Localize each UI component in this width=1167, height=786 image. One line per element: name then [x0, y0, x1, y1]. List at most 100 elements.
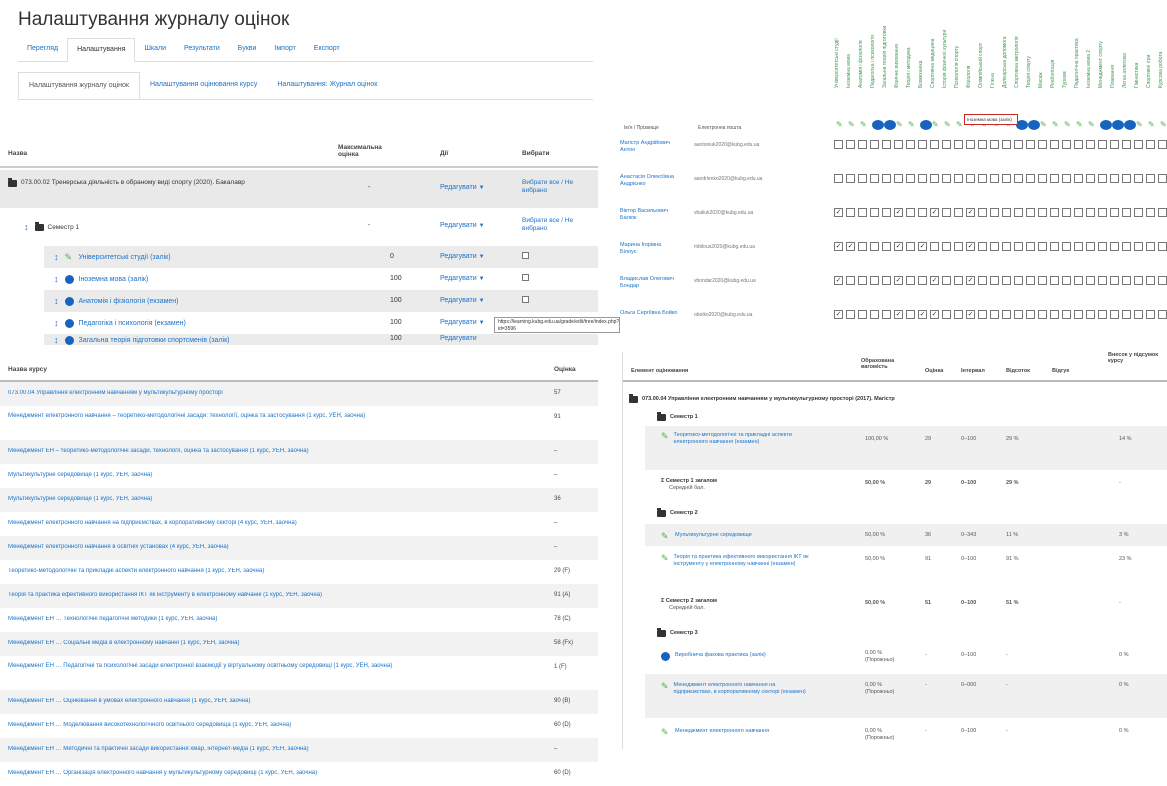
matrix-checkbox[interactable]	[1038, 276, 1047, 285]
matrix-checkbox[interactable]	[894, 140, 903, 149]
matrix-checkbox[interactable]: ✓	[834, 208, 843, 217]
matrix-column-header[interactable]: Біомеханіка	[918, 0, 926, 88]
report-item-name[interactable]: Менеджмент електронного навчання на підп…	[674, 682, 811, 696]
matrix-checkbox[interactable]	[954, 276, 963, 285]
matrix-checkbox[interactable]	[1158, 174, 1167, 183]
drag-handle-icon[interactable]: ↕	[54, 318, 59, 328]
category-select-all[interactable]: Вибрати все / Не вибрано	[522, 217, 584, 233]
matrix-checkbox[interactable]: ✓	[966, 276, 975, 285]
matrix-checkbox[interactable]	[1086, 140, 1095, 149]
matrix-checkbox[interactable]	[1158, 310, 1167, 319]
matrix-checkbox[interactable]	[1086, 276, 1095, 285]
tab-gradebook-setup[interactable]: Налаштування журналу оцінок	[18, 72, 140, 99]
matrix-checkbox[interactable]	[1050, 208, 1059, 217]
matrix-checkbox[interactable]	[1146, 276, 1155, 285]
matrix-checkbox[interactable]	[870, 208, 879, 217]
course-link[interactable]: Менеджмент ЕН … Методичні та практичні з…	[8, 746, 548, 752]
course-link[interactable]: Менеджмент ЕН … Педагогічні та психологі…	[8, 662, 548, 670]
matrix-checkbox[interactable]	[1002, 276, 1011, 285]
matrix-checkbox[interactable]	[978, 276, 987, 285]
matrix-checkbox[interactable]	[1158, 140, 1167, 149]
report-item-name[interactable]: Мультикультурне середовище	[675, 532, 752, 539]
matrix-column-header[interactable]: Масаж	[1038, 0, 1046, 88]
matrix-column-header[interactable]: Гімнастика	[1134, 0, 1142, 88]
tab-preferences[interactable]: Налаштування: Журнал оцінок	[267, 72, 387, 99]
matrix-checkbox[interactable]	[1002, 310, 1011, 319]
tab-import[interactable]: Імпорт	[265, 38, 304, 62]
matrix-checkbox[interactable]	[942, 140, 951, 149]
tab-export[interactable]: Експорт	[305, 38, 349, 62]
course-link[interactable]: Теоретико-методологічні та прикладні асп…	[8, 568, 548, 574]
matrix-checkbox[interactable]	[1134, 242, 1143, 251]
matrix-checkbox[interactable]	[1134, 174, 1143, 183]
user-name-link[interactable]: Магістр Андрійович Антон	[620, 140, 678, 153]
matrix-checkbox[interactable]	[858, 310, 867, 319]
matrix-checkbox[interactable]	[1074, 242, 1083, 251]
tab-scales[interactable]: Шкали	[135, 38, 175, 62]
matrix-checkbox[interactable]	[1158, 276, 1167, 285]
matrix-checkbox[interactable]	[1098, 276, 1107, 285]
matrix-checkbox[interactable]	[870, 276, 879, 285]
matrix-checkbox[interactable]	[1110, 208, 1119, 217]
matrix-checkbox[interactable]	[834, 174, 843, 183]
matrix-checkbox[interactable]	[990, 310, 999, 319]
matrix-checkbox[interactable]	[954, 208, 963, 217]
matrix-checkbox[interactable]	[1038, 242, 1047, 251]
matrix-checkbox[interactable]	[1026, 242, 1035, 251]
tab-view[interactable]: Перегляд	[18, 38, 67, 62]
tab-letters[interactable]: Букви	[229, 38, 266, 62]
matrix-column-header[interactable]: Загальна теорія підготовки	[882, 0, 890, 88]
user-name-link[interactable]: Віктор Васильович Балюк	[620, 208, 678, 221]
matrix-checkbox[interactable]	[882, 242, 891, 251]
matrix-checkbox[interactable]	[1002, 242, 1011, 251]
matrix-checkbox[interactable]	[1110, 276, 1119, 285]
grade-item-edit-menu[interactable]: Редагувати ▼	[440, 297, 485, 304]
matrix-checkbox[interactable]	[942, 310, 951, 319]
matrix-checkbox[interactable]	[1014, 310, 1023, 319]
matrix-checkbox[interactable]	[978, 242, 987, 251]
matrix-checkbox[interactable]	[1098, 242, 1107, 251]
matrix-column-header[interactable]: Анатомія і фізіологія	[858, 0, 866, 88]
matrix-checkbox[interactable]	[1086, 208, 1095, 217]
matrix-column-header[interactable]: Університетські студії	[834, 0, 842, 88]
matrix-checkbox[interactable]	[1122, 276, 1131, 285]
select-checkbox[interactable]	[522, 296, 529, 303]
matrix-checkbox[interactable]	[1050, 242, 1059, 251]
matrix-checkbox[interactable]	[1074, 140, 1083, 149]
matrix-checkbox[interactable]	[1026, 310, 1035, 319]
drag-handle-icon[interactable]: ↕	[54, 252, 59, 262]
matrix-checkbox[interactable]	[1062, 242, 1071, 251]
matrix-column-header[interactable]: Фізіологія	[966, 0, 974, 88]
matrix-column-header[interactable]: Теорія і методика	[906, 0, 914, 88]
matrix-column-header[interactable]: Фізичне виховання	[894, 0, 902, 88]
matrix-checkbox[interactable]	[1122, 242, 1131, 251]
matrix-column-header[interactable]: Історія фізичної культури	[942, 0, 950, 88]
matrix-checkbox[interactable]	[1146, 242, 1155, 251]
matrix-checkbox[interactable]	[1134, 276, 1143, 285]
matrix-checkbox[interactable]: ✓	[930, 208, 939, 217]
matrix-checkbox[interactable]	[990, 242, 999, 251]
matrix-checkbox[interactable]	[990, 140, 999, 149]
matrix-checkbox[interactable]	[882, 174, 891, 183]
matrix-checkbox[interactable]	[1110, 310, 1119, 319]
matrix-checkbox[interactable]	[1014, 174, 1023, 183]
matrix-checkbox[interactable]	[882, 208, 891, 217]
matrix-column-header[interactable]: Легка атлетика	[1122, 0, 1130, 88]
matrix-checkbox[interactable]	[1098, 174, 1107, 183]
matrix-checkbox[interactable]	[1146, 208, 1155, 217]
matrix-checkbox[interactable]: ✓	[834, 276, 843, 285]
matrix-checkbox[interactable]	[858, 140, 867, 149]
matrix-checkbox[interactable]	[882, 276, 891, 285]
course-link[interactable]: Менеджмент ЕН … Моделювання високотехнол…	[8, 722, 548, 728]
tab-setup[interactable]: Налаштування	[67, 38, 136, 62]
matrix-checkbox[interactable]	[1098, 208, 1107, 217]
report-item-name[interactable]: Менеджмент електронного навчання	[675, 728, 769, 735]
matrix-checkbox[interactable]	[1122, 140, 1131, 149]
matrix-checkbox[interactable]	[942, 242, 951, 251]
matrix-checkbox[interactable]: ✓	[918, 242, 927, 251]
matrix-checkbox[interactable]	[846, 140, 855, 149]
matrix-checkbox[interactable]	[1050, 174, 1059, 183]
matrix-checkbox[interactable]	[1098, 140, 1107, 149]
matrix-column-header[interactable]: Плавання	[1110, 0, 1118, 88]
drag-handle-icon[interactable]: ↕	[24, 222, 29, 232]
